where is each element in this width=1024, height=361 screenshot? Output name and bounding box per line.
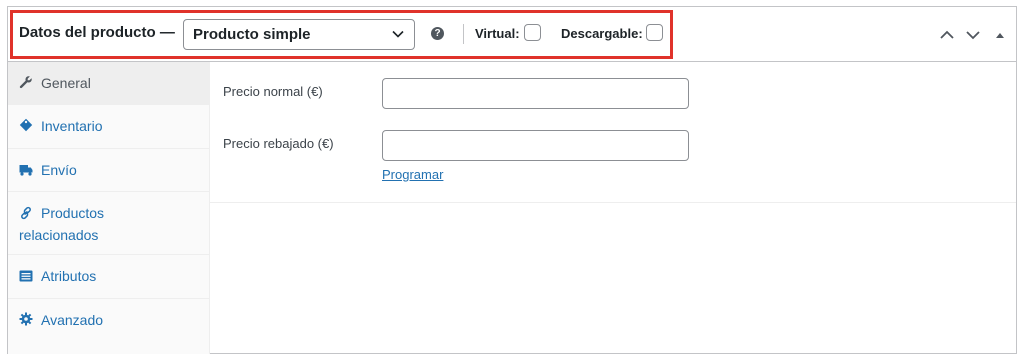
tab-inventario-label: Inventario	[41, 118, 103, 134]
panel-title: Datos del producto —	[19, 24, 175, 41]
tab-envio-label: Envío	[41, 162, 77, 178]
downloadable-checkbox[interactable]	[646, 24, 663, 41]
tab-general-label: General	[41, 75, 91, 91]
gear-icon	[19, 312, 33, 326]
panel-header: Datos del producto — Producto simple ? V…	[8, 7, 1016, 62]
list-icon	[19, 270, 33, 282]
sale-price-label: Precio rebajado (€)	[223, 136, 334, 151]
wrench-icon	[19, 76, 32, 89]
divider	[463, 24, 464, 44]
tab-related-label-1: Productos	[41, 205, 105, 221]
product-data-tabs: General Inventario Envío Productos relac…	[8, 62, 210, 354]
product-type-value: Producto simple	[193, 26, 311, 43]
tab-avanzado-label: Avanzado	[41, 312, 104, 328]
options-divider	[210, 202, 1016, 203]
tab-inventario[interactable]: Inventario	[8, 105, 209, 149]
tab-productos-relacionados[interactable]: Productos relacionados	[8, 192, 209, 255]
regular-price-input[interactable]	[382, 78, 689, 109]
truck-icon	[19, 165, 33, 176]
tab-general[interactable]: General	[8, 62, 209, 105]
tab-envio[interactable]: Envío	[8, 149, 209, 192]
chevron-down-icon	[392, 30, 404, 38]
tab-atributos-label: Atributos	[41, 268, 97, 284]
tab-avanzado[interactable]: Avanzado	[8, 299, 209, 342]
tab-atributos[interactable]: Atributos	[8, 255, 209, 299]
move-down-icon[interactable]	[965, 27, 981, 43]
virtual-label: Virtual:	[475, 26, 520, 41]
regular-price-label: Precio normal (€)	[223, 84, 323, 99]
schedule-link[interactable]: Programar	[382, 167, 443, 182]
help-icon[interactable]: ?	[431, 27, 444, 40]
product-data-panel: Datos del producto — Producto simple ? V…	[7, 6, 1017, 354]
downloadable-label: Descargable:	[561, 26, 643, 41]
link-icon	[21, 206, 31, 220]
sale-price-input[interactable]	[382, 130, 689, 161]
toggle-panel-icon[interactable]	[994, 29, 1006, 41]
tag-icon	[19, 118, 33, 132]
virtual-checkbox[interactable]	[524, 24, 541, 41]
product-type-select[interactable]: Producto simple	[183, 19, 415, 50]
move-up-icon[interactable]	[939, 27, 955, 43]
tab-related-label-2: relacionados	[19, 227, 99, 243]
